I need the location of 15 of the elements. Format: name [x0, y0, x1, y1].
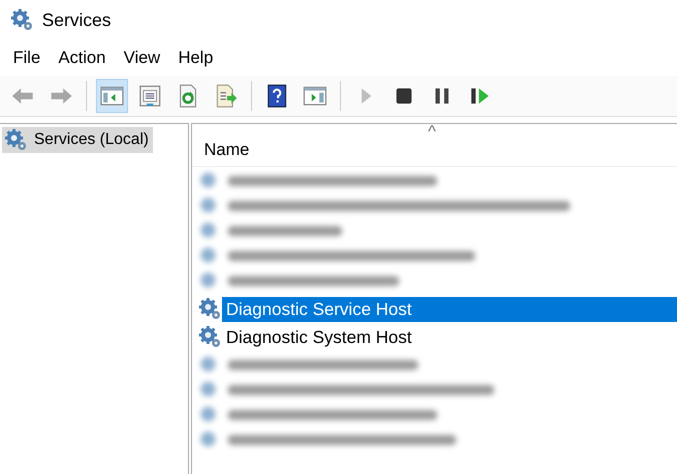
sort-caret: ^ [428, 124, 436, 142]
menu-item[interactable]: File [4, 48, 50, 68]
column-header[interactable]: Name [204, 140, 250, 160]
gear-icon [4, 128, 28, 152]
gear-icon [198, 297, 222, 321]
menu-item[interactable]: Help [169, 48, 222, 68]
tree-item[interactable]: Services (Local) [2, 127, 153, 153]
window-title: Services [42, 10, 112, 30]
service-row[interactable]: Diagnostic System Host [222, 324, 677, 350]
gear-icon [198, 325, 222, 349]
menu-item[interactable]: View [114, 48, 170, 68]
menu-item[interactable]: Action [49, 48, 115, 68]
app-icon [10, 8, 34, 32]
document-icon [137, 83, 163, 109]
service-row[interactable]: Diagnostic Service Host [222, 296, 677, 322]
